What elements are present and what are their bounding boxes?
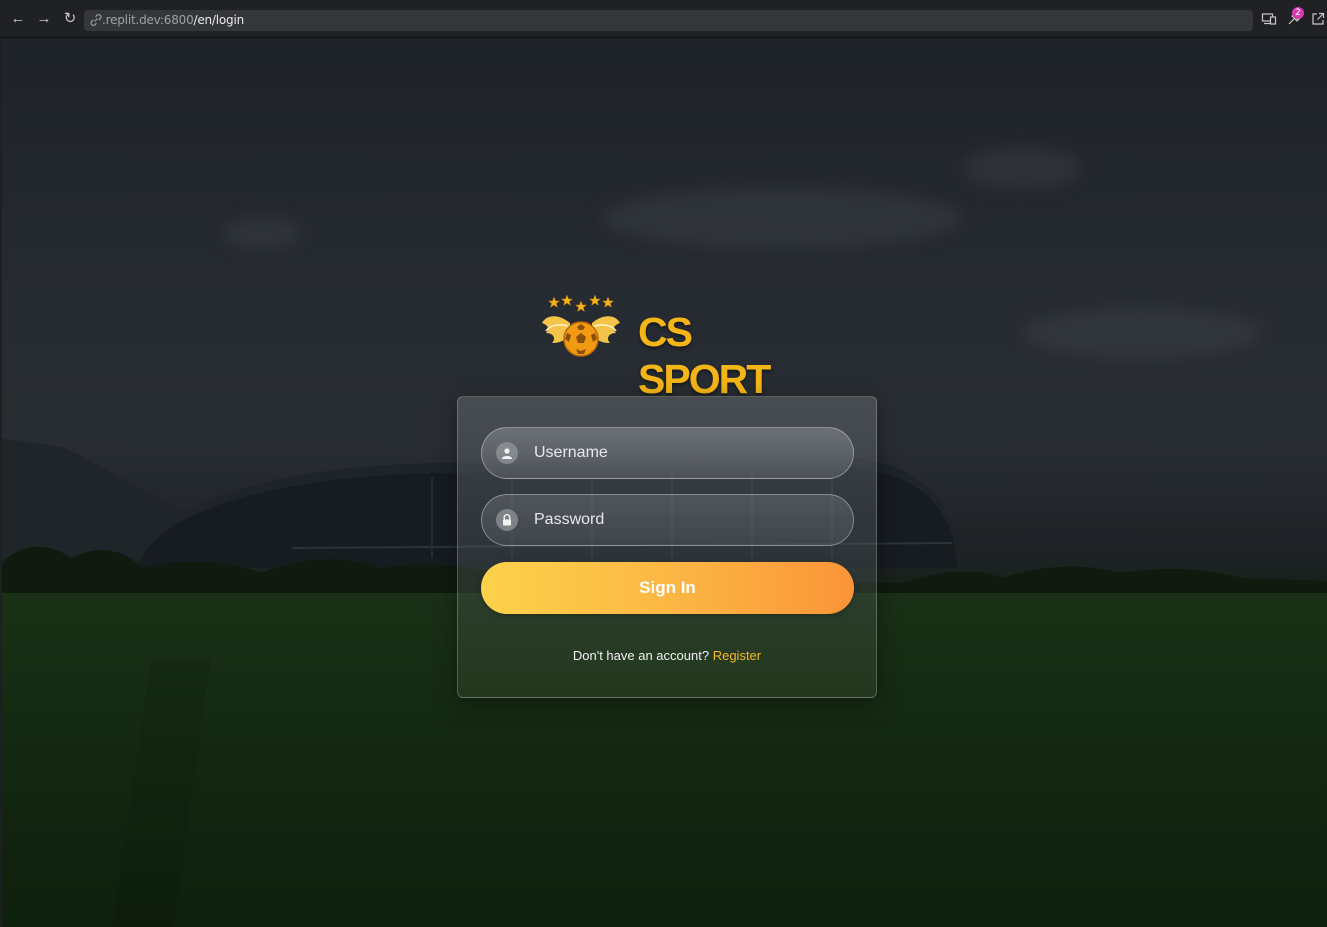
address-bar[interactable]: .replit.dev:6800/en/login [84,10,1253,31]
username-field[interactable] [481,427,854,479]
password-input[interactable] [534,495,834,545]
login-page: CS SPORT Sign In Don't have an [2,38,1327,927]
extensions-badge: 2 [1292,7,1304,19]
lock-icon [496,509,518,531]
no-account-text: Don't have an account? [572,648,710,663]
winged-soccer-ball-logo [542,294,620,357]
url-host: .replit.dev:6800 [102,13,194,27]
link-icon [90,14,102,26]
brand-header: CS SPORT [540,293,810,402]
reload-icon[interactable]: ↻ [61,10,79,28]
password-field[interactable] [481,494,854,546]
open-in-new-icon[interactable] [1310,11,1326,27]
sign-in-button[interactable]: Sign In [481,562,854,614]
login-form: Sign In Don't have an account? Register [457,396,877,698]
forward-icon[interactable]: → [35,10,53,28]
url-text: .replit.dev:6800/en/login [102,13,244,27]
browser-toolbar: ← → ↻ .replit.dev:6800/en/login 2 [0,0,1327,38]
username-input[interactable] [534,428,834,478]
devices-icon[interactable] [1261,11,1277,27]
user-icon [496,442,518,464]
register-prompt: Don't have an account? Register [458,648,876,663]
register-link[interactable]: Register [713,648,761,663]
back-icon[interactable]: ← [9,10,27,28]
url-path: /en/login [193,13,245,27]
brand-name: CS SPORT [638,309,771,402]
